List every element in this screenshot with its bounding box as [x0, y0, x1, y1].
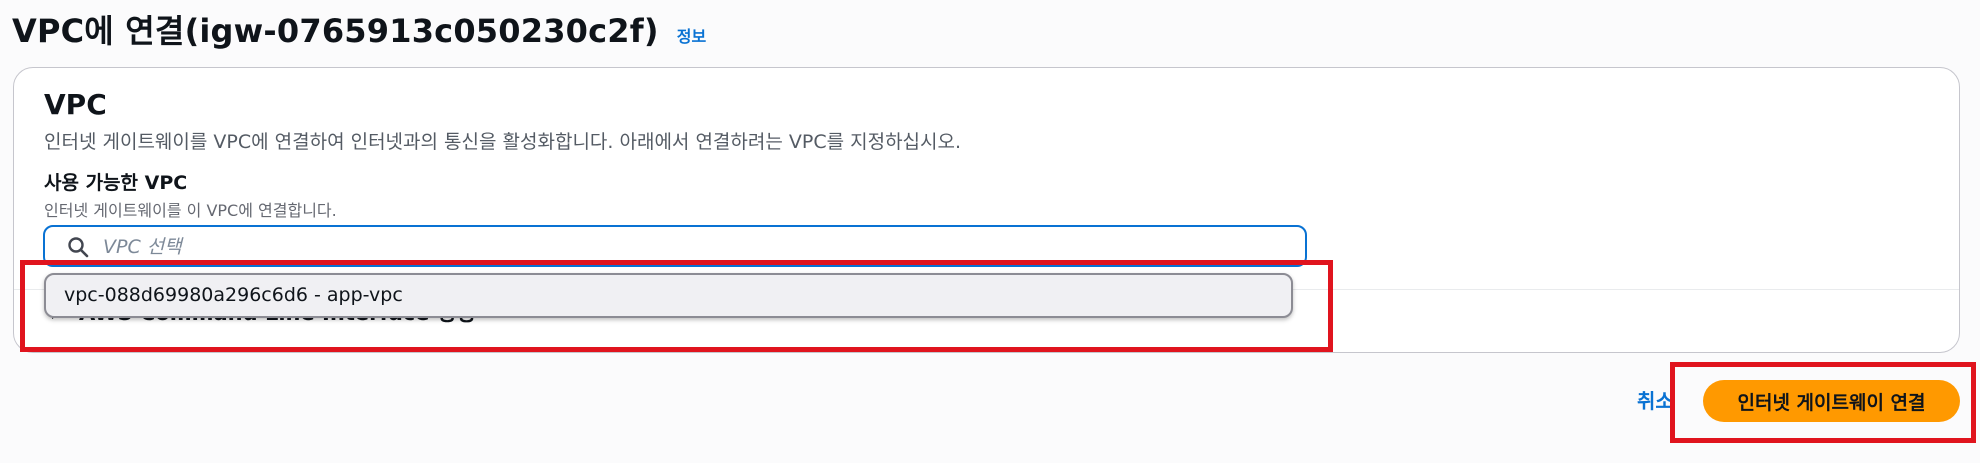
panel-title: VPC	[44, 88, 107, 121]
highlight-box-dropdown	[20, 260, 1333, 352]
page-title: VPC에 연결(igw-0765913c050230c2f)	[12, 12, 659, 50]
panel-description: 인터넷 게이트웨이를 VPC에 연결하여 인터넷과의 통신을 활성화합니다. 아…	[44, 131, 962, 153]
highlight-box-button	[1670, 362, 1976, 443]
available-vpc-description: 인터넷 게이트웨이를 이 VPC에 연결합니다.	[44, 201, 337, 220]
page-header: VPC에 연결(igw-0765913c050230c2f) 정보	[12, 6, 706, 52]
info-link[interactable]: 정보	[677, 23, 706, 47]
available-vpc-label: 사용 가능한 VPC	[44, 172, 188, 194]
cancel-button[interactable]: 취소	[1637, 385, 1674, 414]
search-icon	[68, 237, 89, 258]
vpc-search-input[interactable]	[101, 233, 1285, 261]
